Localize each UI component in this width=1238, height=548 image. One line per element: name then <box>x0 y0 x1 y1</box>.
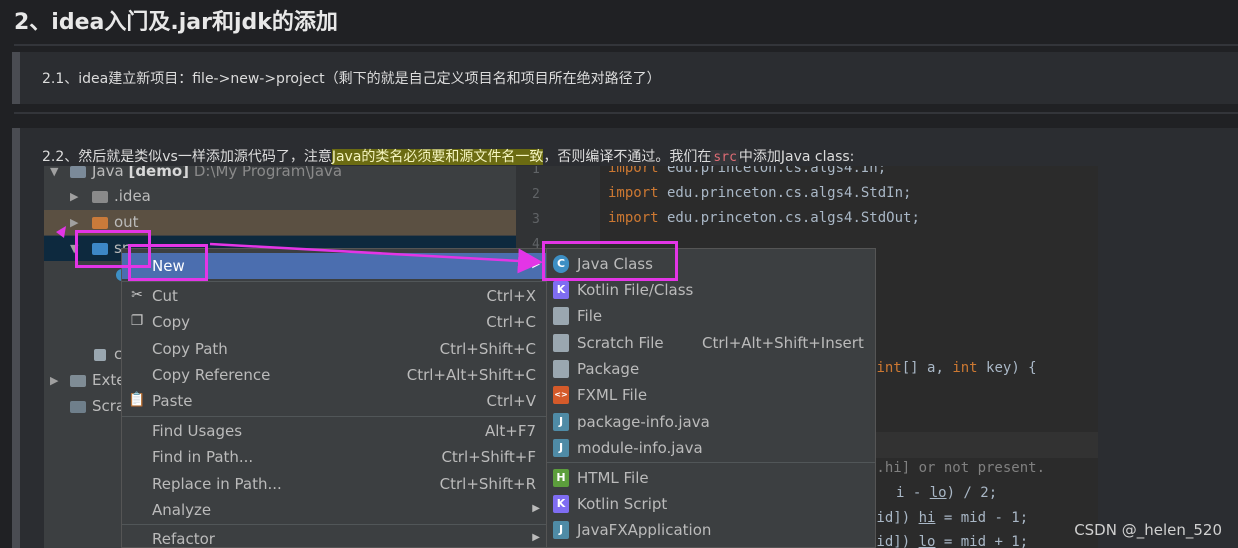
watermark: CSDN @_helen_520 <box>1074 521 1222 539</box>
annotation-arrows <box>56 226 543 274</box>
annotation-arrowhead <box>56 226 66 238</box>
annotation-arrow-line <box>209 242 543 274</box>
